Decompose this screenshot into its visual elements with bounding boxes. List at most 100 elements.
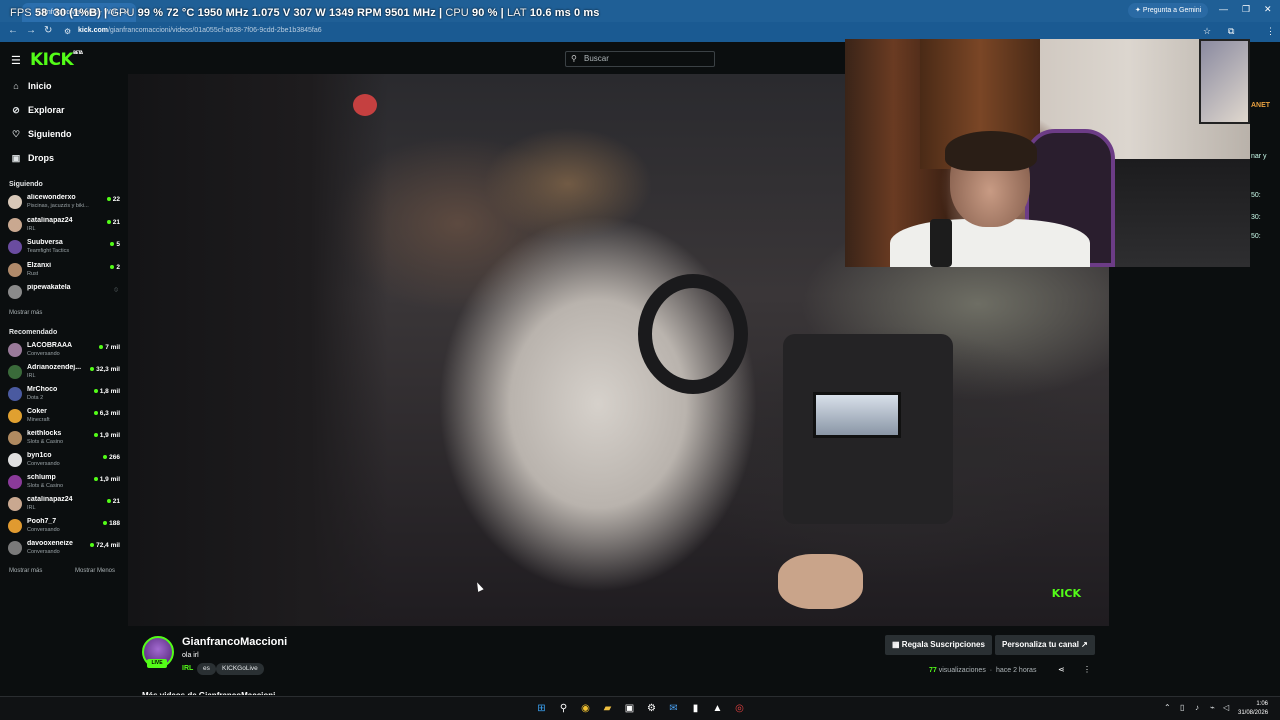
viewer-count: 22 bbox=[106, 196, 120, 203]
recording-app-icon[interactable]: ◎ bbox=[732, 701, 747, 716]
tag-chip[interactable]: es bbox=[197, 663, 216, 675]
nav-explorar[interactable]: ⊘ Explorar bbox=[10, 101, 64, 119]
network-icon[interactable]: ⌁ bbox=[1210, 703, 1215, 712]
minimize-icon[interactable]: — bbox=[1219, 4, 1228, 14]
nav-inicio[interactable]: ⌂ Inicio bbox=[10, 77, 51, 95]
channel-name: Suubversa bbox=[27, 239, 63, 246]
site-info-icon[interactable]: ⚙ bbox=[64, 27, 71, 36]
channel-avatar bbox=[8, 240, 22, 254]
channel-row[interactable]: Suubversa Teamfight Tactics 5 bbox=[8, 238, 120, 258]
compass-icon: ⊘ bbox=[12, 104, 20, 115]
mouse-cursor bbox=[474, 581, 484, 592]
channel-category: IRL bbox=[27, 225, 36, 232]
chat-fragment: 50: bbox=[1251, 192, 1261, 199]
kick-app: ☰ KICKBETA ⌂ Inicio ⊘ Explorar ♡ Siguiendo … bbox=[0, 39, 1280, 696]
show-more-following[interactable]: Mostrar más bbox=[9, 310, 42, 316]
show-more-recommended[interactable]: Mostrar más bbox=[9, 568, 42, 574]
kick-logo[interactable]: KICKBETA bbox=[30, 50, 83, 70]
channel-row[interactable]: byn1co Conversando 266 bbox=[8, 451, 120, 471]
maximize-icon[interactable]: ❐ bbox=[1242, 4, 1250, 15]
live-dot-icon bbox=[93, 389, 98, 394]
settings-icon[interactable]: ⚙ bbox=[644, 701, 659, 716]
viewer-count: 188 bbox=[103, 520, 120, 527]
channel-name: pipewakatela bbox=[27, 284, 71, 291]
category-link[interactable]: IRL bbox=[182, 665, 193, 672]
live-dot-icon bbox=[93, 433, 98, 438]
live-dot-icon bbox=[99, 345, 104, 350]
channel-row[interactable]: davooxeneize Conversando 72,4 mil bbox=[8, 539, 120, 559]
back-icon[interactable]: ← bbox=[8, 25, 18, 36]
mail-icon[interactable]: ✉ bbox=[666, 701, 681, 716]
channel-name: LACOBRAAA bbox=[27, 342, 73, 349]
channel-row[interactable]: LACOBRAAA Conversando 7 mil bbox=[8, 341, 120, 361]
reload-icon[interactable]: ↻ bbox=[44, 25, 52, 36]
streaming-app-icon[interactable]: ▲ bbox=[710, 701, 725, 716]
clock[interactable]: 1:06 31/08/2026 bbox=[1238, 700, 1268, 718]
channel-row[interactable]: pipewakatela ⦸ bbox=[8, 283, 120, 303]
live-dot-icon bbox=[106, 219, 111, 224]
channel-category: Piscinas, jacuzzis y biki... bbox=[27, 203, 89, 209]
search-icon[interactable]: ⚲ bbox=[556, 701, 571, 716]
hamburger-menu-icon[interactable]: ☰ bbox=[11, 54, 21, 67]
volume-icon[interactable]: ◁ bbox=[1223, 703, 1229, 712]
channel-row[interactable]: Elzanxi Rust 2 bbox=[8, 261, 120, 281]
more-options-icon[interactable]: ⋮ bbox=[1083, 665, 1091, 674]
ask-gemini-button[interactable]: ✦ Pregunta a Gemini bbox=[1128, 3, 1209, 18]
tray-chevron-icon[interactable]: ⌃ bbox=[1164, 703, 1171, 712]
channel-row[interactable]: keithlocks Slots & Casino 1,9 mil bbox=[8, 429, 120, 449]
video-meta: 77 visualizaciones · hace 2 horas bbox=[929, 667, 1037, 674]
channel-category: Conversando bbox=[27, 351, 60, 357]
performance-overlay: FPS 58 30 (1%B) | GPU 99 % 72 °C 1950 MH… bbox=[10, 7, 600, 19]
external-link-icon: ↗ bbox=[1081, 640, 1088, 649]
viewer-count: 1,8 mil bbox=[93, 388, 120, 395]
windows-start-icon[interactable]: ⊞ bbox=[534, 701, 549, 716]
channel-avatar bbox=[8, 453, 22, 467]
nav-siguiendo[interactable]: ♡ Siguiendo bbox=[10, 125, 72, 143]
extensions-icon[interactable]: ⧉ bbox=[1228, 26, 1234, 37]
channel-row[interactable]: catalinapaz24 IRL 21 bbox=[8, 216, 120, 236]
store-icon[interactable]: ▣ bbox=[622, 701, 637, 716]
channel-row[interactable]: Coker Minecraft 6,3 mil bbox=[8, 407, 120, 427]
url-field[interactable]: kick.com/gianfrancomaccioni/videos/01a05… bbox=[78, 27, 322, 34]
channel-row[interactable]: Pooh7_7 Conversando 188 bbox=[8, 517, 120, 537]
search-input[interactable]: ⚲ Buscar bbox=[565, 51, 715, 67]
channel-category: IRL bbox=[27, 505, 36, 511]
channel-row[interactable]: Adrianozendej... IRL 32,3 mil bbox=[8, 363, 120, 383]
offline-icon: ⦸ bbox=[114, 287, 118, 293]
file-explorer-icon[interactable]: ▰ bbox=[600, 701, 615, 716]
forward-icon[interactable]: → bbox=[26, 25, 36, 36]
menu-icon[interactable]: ⋮ bbox=[1266, 26, 1275, 37]
channel-row[interactable]: schlump Slots & Casino 1,9 mil bbox=[8, 473, 120, 493]
audio-app-icon[interactable]: ▮ bbox=[688, 701, 703, 716]
webcam-desk bbox=[1115, 159, 1250, 267]
viewer-count: 5 bbox=[110, 241, 120, 248]
channel-name: catalinapaz24 bbox=[27, 496, 73, 503]
tag-chip[interactable]: KICKGoLive bbox=[216, 663, 264, 675]
show-less-recommended[interactable]: Mostrar Menos bbox=[75, 568, 115, 574]
share-icon[interactable]: ⋖ bbox=[1058, 665, 1065, 674]
customize-channel-button[interactable]: Personaliza tu canal ↗ bbox=[995, 635, 1095, 655]
live-badge: LIVE bbox=[147, 659, 167, 668]
webcam-person-hair bbox=[945, 131, 1037, 171]
close-window-icon[interactable]: ✕ bbox=[1264, 4, 1272, 15]
viewer-count: 21 bbox=[106, 219, 120, 226]
battery-icon[interactable]: ▯ bbox=[1180, 703, 1184, 712]
chat-fragment: nar y bbox=[1251, 153, 1267, 160]
viewer-count: 1,9 mil bbox=[93, 476, 120, 483]
chrome-icon[interactable]: ◉ bbox=[578, 701, 593, 716]
microphone-icon[interactable]: ♪ bbox=[1195, 703, 1199, 712]
channel-avatar bbox=[8, 262, 22, 277]
gift-subs-button[interactable]: ▦ Regala Suscripciones bbox=[885, 635, 992, 655]
streamer-name[interactable]: GianfrancoMaccioni bbox=[182, 636, 287, 648]
channel-row[interactable]: alicewonderxo Piscinas, jacuzzis y biki..… bbox=[8, 193, 120, 213]
viewer-count: 21 bbox=[106, 498, 120, 505]
live-dot-icon bbox=[90, 367, 95, 372]
channel-row[interactable]: catalinapaz24 IRL 21 bbox=[8, 495, 120, 515]
nav-drops[interactable]: ▣ Drops bbox=[10, 149, 54, 167]
bookmark-star-icon[interactable]: ☆ bbox=[1203, 26, 1211, 37]
stream-title: ola irl bbox=[182, 652, 199, 659]
channel-row[interactable]: MrChoco Dota 2 1,8 mil bbox=[8, 385, 120, 405]
kick-watermark: KICK bbox=[1051, 587, 1081, 600]
channel-name: byn1co bbox=[27, 452, 52, 459]
channel-category: Dota 2 bbox=[27, 395, 44, 401]
